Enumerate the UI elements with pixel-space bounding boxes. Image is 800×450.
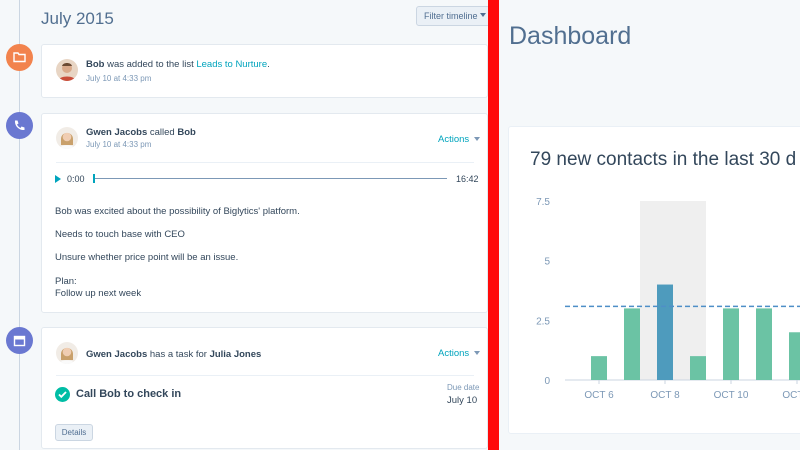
due-date-label: Due date bbox=[447, 383, 480, 392]
divider bbox=[56, 162, 474, 163]
bar bbox=[624, 308, 640, 380]
entry-text: has a task for bbox=[147, 349, 210, 360]
dashboard-panel: Dashboard 79 new contacts in the last 30… bbox=[499, 0, 800, 450]
new-contacts-chart: 0 2.5 5 7.5 OCT 6 OCT 8 OCT 10 OCT 1 bbox=[536, 197, 800, 401]
call-note-line: Follow up next week bbox=[55, 288, 142, 299]
call-note-line: Needs to touch base with CEO bbox=[55, 229, 185, 240]
actor-name[interactable]: Bob bbox=[86, 59, 104, 70]
audio-current-time: 0:00 bbox=[67, 174, 85, 184]
folder-icon bbox=[6, 44, 33, 71]
avatar-bob bbox=[56, 59, 78, 81]
bar bbox=[657, 284, 673, 380]
screen: July 2015 Filter timeline Bob was added … bbox=[0, 0, 800, 450]
divider bbox=[56, 375, 474, 376]
assignee-name[interactable]: Julia Jones bbox=[210, 349, 262, 360]
x-tick-label: OCT 8 bbox=[650, 390, 680, 401]
caller-name[interactable]: Gwen Jacobs bbox=[86, 127, 147, 138]
call-note-line: Unsure whether price point will be an is… bbox=[55, 252, 239, 263]
entry-timestamp: July 10 at 4:33 pm bbox=[86, 74, 152, 83]
actions-dropdown[interactable]: Actions bbox=[438, 134, 481, 145]
timeline-month-heading: July 2015 bbox=[41, 9, 114, 28]
audio-progress-track[interactable] bbox=[95, 178, 447, 179]
bar bbox=[756, 308, 772, 380]
filter-timeline-button[interactable]: Filter timeline bbox=[416, 6, 488, 26]
bar bbox=[690, 356, 706, 380]
actions-label: Actions bbox=[438, 134, 470, 145]
phone-icon bbox=[6, 112, 33, 139]
due-date-value[interactable]: July 10 bbox=[447, 395, 477, 407]
timeline-entry-task: Gwen Jacobs has a task for Julia Jones A… bbox=[41, 327, 488, 449]
call-note-line: Plan: bbox=[55, 276, 77, 287]
actions-label: Actions bbox=[438, 348, 470, 359]
y-tick-label: 5 bbox=[544, 257, 550, 268]
details-button[interactable]: Details bbox=[55, 424, 93, 441]
task-title[interactable]: Call Bob to check in bbox=[76, 388, 181, 400]
actions-dropdown[interactable]: Actions bbox=[438, 348, 481, 359]
task-complete-checkbox[interactable] bbox=[55, 387, 70, 402]
audio-duration: 16:42 bbox=[456, 174, 479, 184]
play-icon[interactable] bbox=[55, 175, 61, 183]
x-tick-label: OCT 10 bbox=[714, 390, 749, 401]
entry-text: called bbox=[147, 127, 178, 138]
entry-timestamp: July 10 at 4:33 pm bbox=[86, 140, 152, 149]
timeline-entry-call: Gwen Jacobs called Bob July 10 at 4:33 p… bbox=[41, 113, 488, 313]
chevron-down-icon bbox=[474, 137, 481, 142]
timeline-entry-list-added: Bob was added to the list Leads to Nurtu… bbox=[41, 44, 488, 98]
bar bbox=[723, 308, 739, 380]
avatar-gwen-jacobs bbox=[56, 127, 78, 149]
y-tick-label: 0 bbox=[544, 376, 550, 387]
filter-timeline-label: Filter timeline bbox=[424, 11, 478, 21]
y-tick-label: 2.5 bbox=[536, 316, 550, 327]
chevron-down-icon bbox=[474, 351, 481, 356]
red-separator bbox=[488, 0, 499, 450]
bar bbox=[591, 356, 607, 380]
calendar-icon bbox=[6, 327, 33, 354]
call-note-line: Bob was excited about the possibility of… bbox=[55, 206, 300, 217]
list-link[interactable]: Leads to Nurture bbox=[196, 59, 267, 70]
x-tick-label: OCT 1 bbox=[782, 390, 800, 401]
avatar-gwen-jacobs bbox=[56, 342, 78, 364]
callee-name[interactable]: Bob bbox=[177, 127, 195, 138]
chevron-down-icon bbox=[480, 13, 486, 17]
bar bbox=[789, 332, 800, 380]
x-tick-label: OCT 6 bbox=[584, 390, 614, 401]
entry-text: was added to the list bbox=[104, 59, 197, 70]
y-tick-label: 7.5 bbox=[536, 197, 550, 208]
assigner-name[interactable]: Gwen Jacobs bbox=[86, 349, 147, 360]
timeline-panel: July 2015 Filter timeline Bob was added … bbox=[0, 0, 488, 450]
entry-suffix: . bbox=[267, 59, 270, 70]
